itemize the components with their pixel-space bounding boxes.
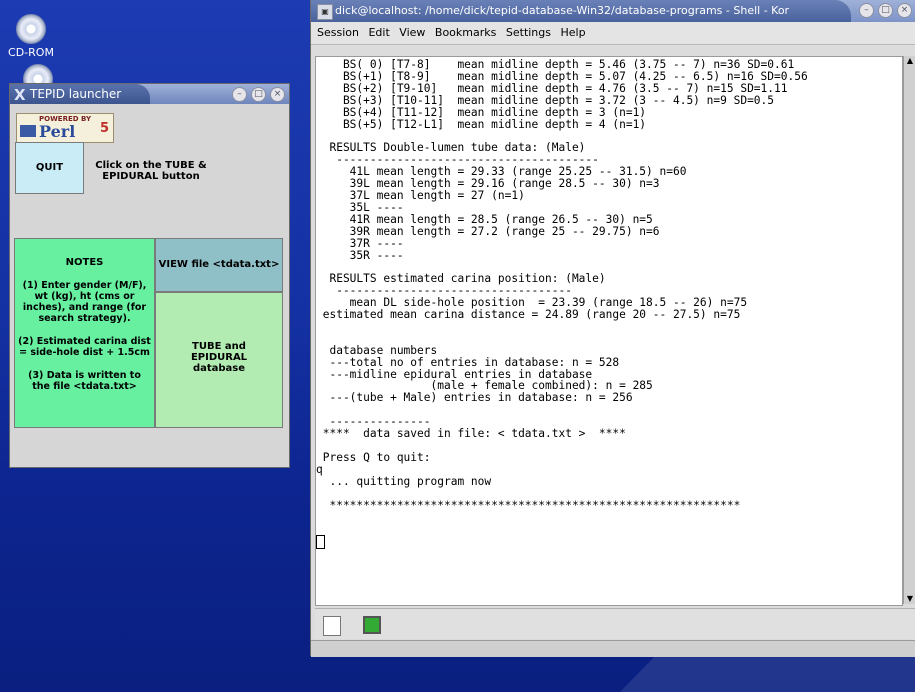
quit-button[interactable]: QUIT: [15, 142, 84, 194]
close-icon[interactable]: ×: [897, 3, 912, 18]
menu-edit[interactable]: Edit: [368, 26, 389, 39]
notes-line: (2) Estimated carina dist: [18, 336, 151, 347]
terminal-line: ---(tube + Male) entries in database: n …: [316, 391, 633, 405]
terminal-line: 35R ----: [316, 248, 404, 262]
x-window-icon: X: [14, 86, 26, 104]
desktop-icon-label: CD-ROM: [8, 46, 54, 59]
konsole-title: dick@localhost: /home/dick/tepid-databas…: [335, 4, 790, 17]
desktop-background: CD-ROM X TEPID launcher – □ × POWERED BY…: [0, 0, 915, 692]
terminal-cursor: [316, 535, 325, 550]
scroll-down-icon[interactable]: ▼: [905, 594, 915, 604]
konsole-title-tab: ▣ dick@localhost: /home/dick/tepid-datab…: [311, 0, 851, 22]
notes-line: (1) Enter gender (M/F),: [22, 280, 147, 291]
powered-by-perl-logo: POWERED BY Perl 5: [16, 113, 114, 143]
instruction-line-2: EPIDURAL button: [102, 171, 200, 182]
notes-line: the file <tdata.txt>: [32, 381, 137, 392]
launcher-titlebar[interactable]: X TEPID launcher – □ ×: [10, 84, 289, 104]
notes-line: (3) Data is written to: [28, 370, 141, 381]
view-file-button[interactable]: VIEW file <tdata.txt>: [155, 238, 283, 292]
terminal-line: **** data saved in file: < tdata.txt > *…: [316, 427, 626, 441]
konsole-titlebar[interactable]: ▣ dick@localhost: /home/dick/tepid-datab…: [311, 0, 915, 22]
maximize-icon[interactable]: □: [251, 87, 266, 102]
minimize-icon[interactable]: –: [232, 87, 247, 102]
perl-logo-name: Perl: [39, 122, 76, 141]
tube-button-line-2: EPIDURAL: [190, 352, 248, 363]
tube-epidural-database-button[interactable]: TUBE and EPIDURAL database: [155, 292, 283, 428]
terminal-line: ... quitting program now: [316, 474, 492, 488]
terminal-scrollbar[interactable]: ▲ ▼: [903, 56, 915, 604]
window-controls: – □ ×: [859, 3, 912, 18]
terminal-line: BS(+5) [T12-L1] mean midline depth = 4 (…: [316, 117, 647, 131]
maximize-icon[interactable]: □: [878, 3, 893, 18]
instruction-line-1: Click on the TUBE &: [95, 160, 207, 171]
new-session-icon[interactable]: [323, 616, 341, 636]
session-tab-icon[interactable]: [363, 616, 381, 634]
konsole-bottom-edge: [311, 640, 915, 657]
terminal-line: estimated mean carina distance = 24.89 (…: [316, 308, 741, 322]
terminal-line: ****************************************…: [316, 498, 741, 512]
window-controls: – □ ×: [232, 87, 285, 102]
tube-button-line-1: TUBE and: [192, 341, 246, 352]
menu-bookmarks[interactable]: Bookmarks: [435, 26, 496, 39]
notes-line: wt (kg), ht (cms or: [34, 291, 135, 302]
konsole-window: ▣ dick@localhost: /home/dick/tepid-datab…: [310, 0, 915, 657]
notes-line: search strategy).: [38, 313, 131, 324]
menu-settings[interactable]: Settings: [506, 26, 551, 39]
terminal-output[interactable]: BS( 0) [T7-8] mean midline depth = 5.46 …: [315, 56, 903, 606]
camel-icon: [20, 125, 36, 137]
perl-logo-version: 5: [99, 121, 109, 136]
tepid-launcher-window: X TEPID launcher – □ × POWERED BY Perl 5…: [9, 83, 290, 468]
menu-help[interactable]: Help: [561, 26, 586, 39]
konsole-menubar: Session Edit View Bookmarks Settings Hel…: [311, 22, 915, 45]
notes-panel: NOTES (1) Enter gender (M/F), wt (kg), h…: [14, 238, 155, 428]
launcher-instruction: Click on the TUBE & EPIDURAL button: [86, 160, 216, 182]
desktop-icon-cd-rom[interactable]: CD-ROM: [6, 14, 56, 59]
tube-button-line-3: database: [192, 363, 246, 374]
konsole-tabbar: [315, 608, 915, 639]
terminal-line: Press Q to quit:: [316, 450, 431, 464]
notes-line: inches), and range (for: [22, 302, 147, 313]
notes-line: = side-hole dist + 1.5cm: [19, 347, 150, 358]
cd-rom-icon: [16, 14, 46, 44]
konsole-app-icon: ▣: [317, 4, 333, 20]
menu-session[interactable]: Session: [317, 26, 359, 39]
scroll-up-icon[interactable]: ▲: [905, 56, 915, 66]
notes-title: NOTES: [65, 257, 104, 268]
terminal-text: BS( 0) [T7-8] mean midline depth = 5.46 …: [316, 57, 902, 550]
minimize-icon[interactable]: –: [859, 3, 874, 18]
launcher-title: TEPID launcher: [30, 87, 122, 101]
menu-view[interactable]: View: [399, 26, 425, 39]
launcher-title-tab: X TEPID launcher: [10, 84, 150, 104]
close-icon[interactable]: ×: [270, 87, 285, 102]
